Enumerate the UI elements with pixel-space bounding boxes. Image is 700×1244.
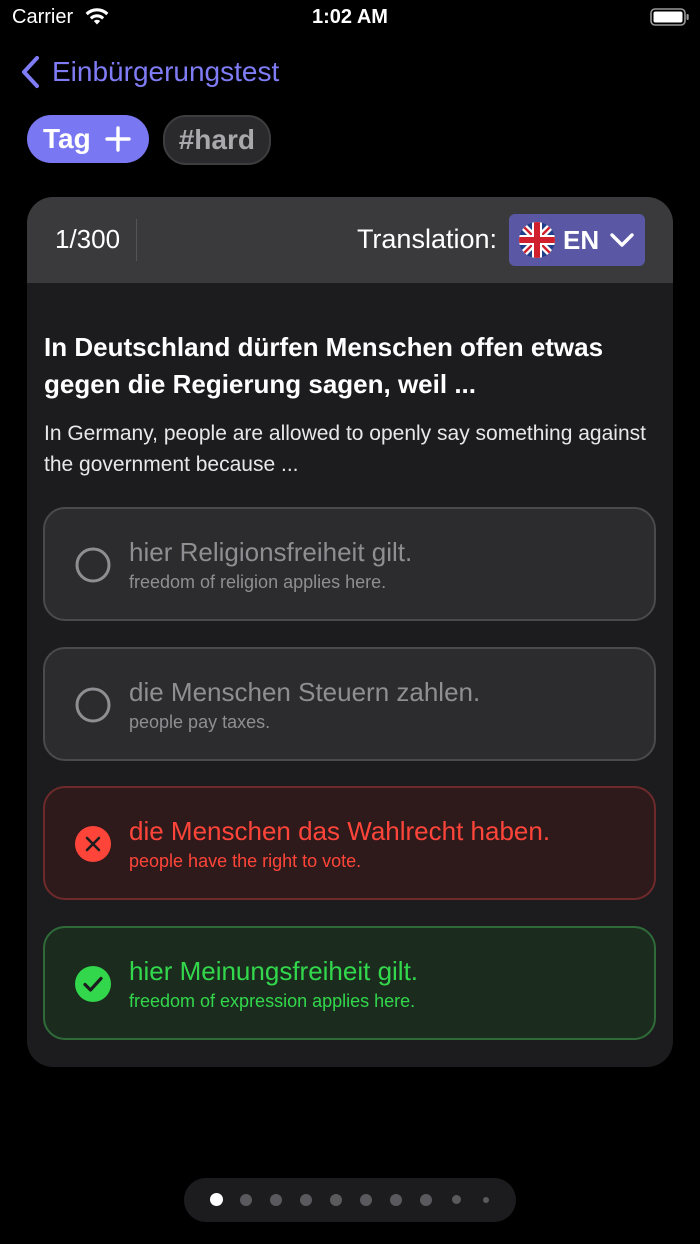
page-dot[interactable] [300, 1194, 312, 1206]
tag-chip-hard[interactable]: #hard [162, 115, 271, 165]
card-header: 1/300 Translation: EN [27, 197, 673, 283]
back-button-label: Einbürgerungstest [52, 56, 280, 87]
page-dot[interactable] [483, 1197, 489, 1203]
answer-translation: people pay taxes. [129, 712, 271, 732]
page-dot[interactable] [390, 1194, 402, 1206]
radio-unselected-icon [75, 687, 111, 723]
chevron-left-icon [22, 56, 39, 88]
page-dot[interactable] [209, 1193, 223, 1206]
checkmark-icon [75, 966, 111, 1002]
answer-option-2[interactable]: die Menschen Steuern zahlen. people pay … [43, 647, 656, 761]
translation-label: Translation: [356, 224, 497, 254]
chevron-down-icon [610, 233, 634, 247]
header-divider [136, 219, 137, 261]
status-time: 1:02 AM [312, 6, 388, 28]
status-bar: Carrier 1:02 AM [0, 0, 700, 36]
answer-text: hier Meinungsfreiheit gilt. [129, 956, 419, 986]
page-dot[interactable] [360, 1194, 372, 1206]
question-card: 1/300 Translation: EN In Deutschland dür… [27, 197, 673, 1067]
answer-translation: freedom of religion applies here. [129, 572, 387, 592]
wrong-x-icon [75, 826, 111, 862]
language-select[interactable]: EN [509, 214, 645, 266]
answer-text: die Menschen Steuern zahlen. [129, 677, 481, 707]
answer-option-1[interactable]: hier Religionsfreiheit gilt. freedom of … [43, 507, 656, 621]
plus-icon [105, 126, 131, 152]
add-tag-button[interactable]: Tag [27, 115, 149, 163]
battery-icon [650, 8, 689, 26]
page-dot[interactable] [420, 1194, 432, 1206]
page-dot[interactable] [330, 1194, 342, 1206]
answer-option-3[interactable]: die Menschen das Wahlrecht haben. people… [43, 786, 656, 900]
uk-flag-icon [519, 222, 555, 258]
page-dot[interactable] [240, 1194, 252, 1206]
answer-text: die Menschen das Wahlrecht haben. [129, 816, 551, 846]
page-dot[interactable] [451, 1195, 461, 1204]
answer-option-4[interactable]: hier Meinungsfreiheit gilt. freedom of e… [43, 926, 656, 1040]
radio-unselected-icon [75, 547, 111, 583]
page-indicator [184, 1178, 516, 1222]
tag-row: Tag #hard [27, 115, 271, 165]
question-translation: In Germany, people are allowed to openly… [44, 422, 646, 476]
answer-text: hier Religionsfreiheit gilt. [129, 537, 413, 567]
screen: Carrier 1:02 AM Einbürgerungstest Tag #h… [0, 0, 700, 1244]
question-counter: 1/300 [55, 224, 121, 254]
back-button[interactable]: Einbürgerungstest [20, 52, 279, 92]
language-code: EN [563, 224, 600, 255]
answer-translation: freedom of expression applies here. [129, 991, 416, 1011]
add-tag-label: Tag [43, 123, 91, 154]
answer-translation: people have the right to vote. [129, 851, 362, 871]
page-dot[interactable] [270, 1194, 282, 1206]
question-text: In Deutschland dürfen Menschen offen etw… [44, 332, 604, 399]
